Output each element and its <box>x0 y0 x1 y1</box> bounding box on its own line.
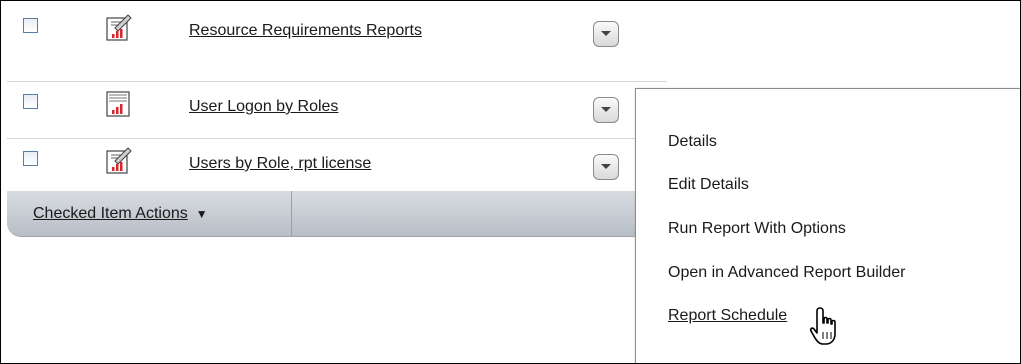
row-checkbox[interactable] <box>23 18 38 33</box>
caret-down-icon: ▼ <box>195 206 208 221</box>
row-menu-button[interactable] <box>593 21 619 47</box>
chevron-down-icon <box>601 164 611 169</box>
report-edit-icon <box>106 147 132 174</box>
row-checkbox[interactable] <box>23 94 38 109</box>
checked-item-actions-button[interactable]: Checked Item Actions ▼ <box>7 191 292 236</box>
report-link[interactable]: Users by Role, rpt license <box>189 153 479 175</box>
menu-item-edit-details[interactable]: Edit Details <box>668 176 749 194</box>
report-list-icon <box>106 91 130 117</box>
row-menu-button[interactable] <box>593 154 619 180</box>
hand-pointer-icon <box>809 307 836 345</box>
menu-item-open-advanced-report-builder[interactable]: Open in Advanced Report Builder <box>668 264 905 282</box>
report-link[interactable]: User Logon by Roles <box>189 96 479 118</box>
menu-item-report-schedule[interactable]: Report Schedule <box>668 307 787 325</box>
table-row: Resource Requirements Reports <box>7 7 667 82</box>
menu-item-details[interactable]: Details <box>668 133 717 151</box>
row-menu-button[interactable] <box>593 97 619 123</box>
table-row: Users by Role, rpt license <box>7 140 667 190</box>
report-list-panel: Resource Requirements Reports User Logon… <box>0 0 1021 364</box>
actions-toolbar: Checked Item Actions ▼ <box>7 191 647 237</box>
checked-item-actions-label: Checked Item Actions <box>33 204 188 222</box>
chevron-down-icon <box>601 31 611 36</box>
chevron-down-icon <box>601 107 611 112</box>
row-checkbox[interactable] <box>23 151 38 166</box>
menu-item-run-report-with-options[interactable]: Run Report With Options <box>668 220 846 238</box>
report-link[interactable]: Resource Requirements Reports <box>189 20 479 42</box>
table-row: User Logon by Roles <box>7 83 667 139</box>
report-edit-icon <box>106 14 132 41</box>
